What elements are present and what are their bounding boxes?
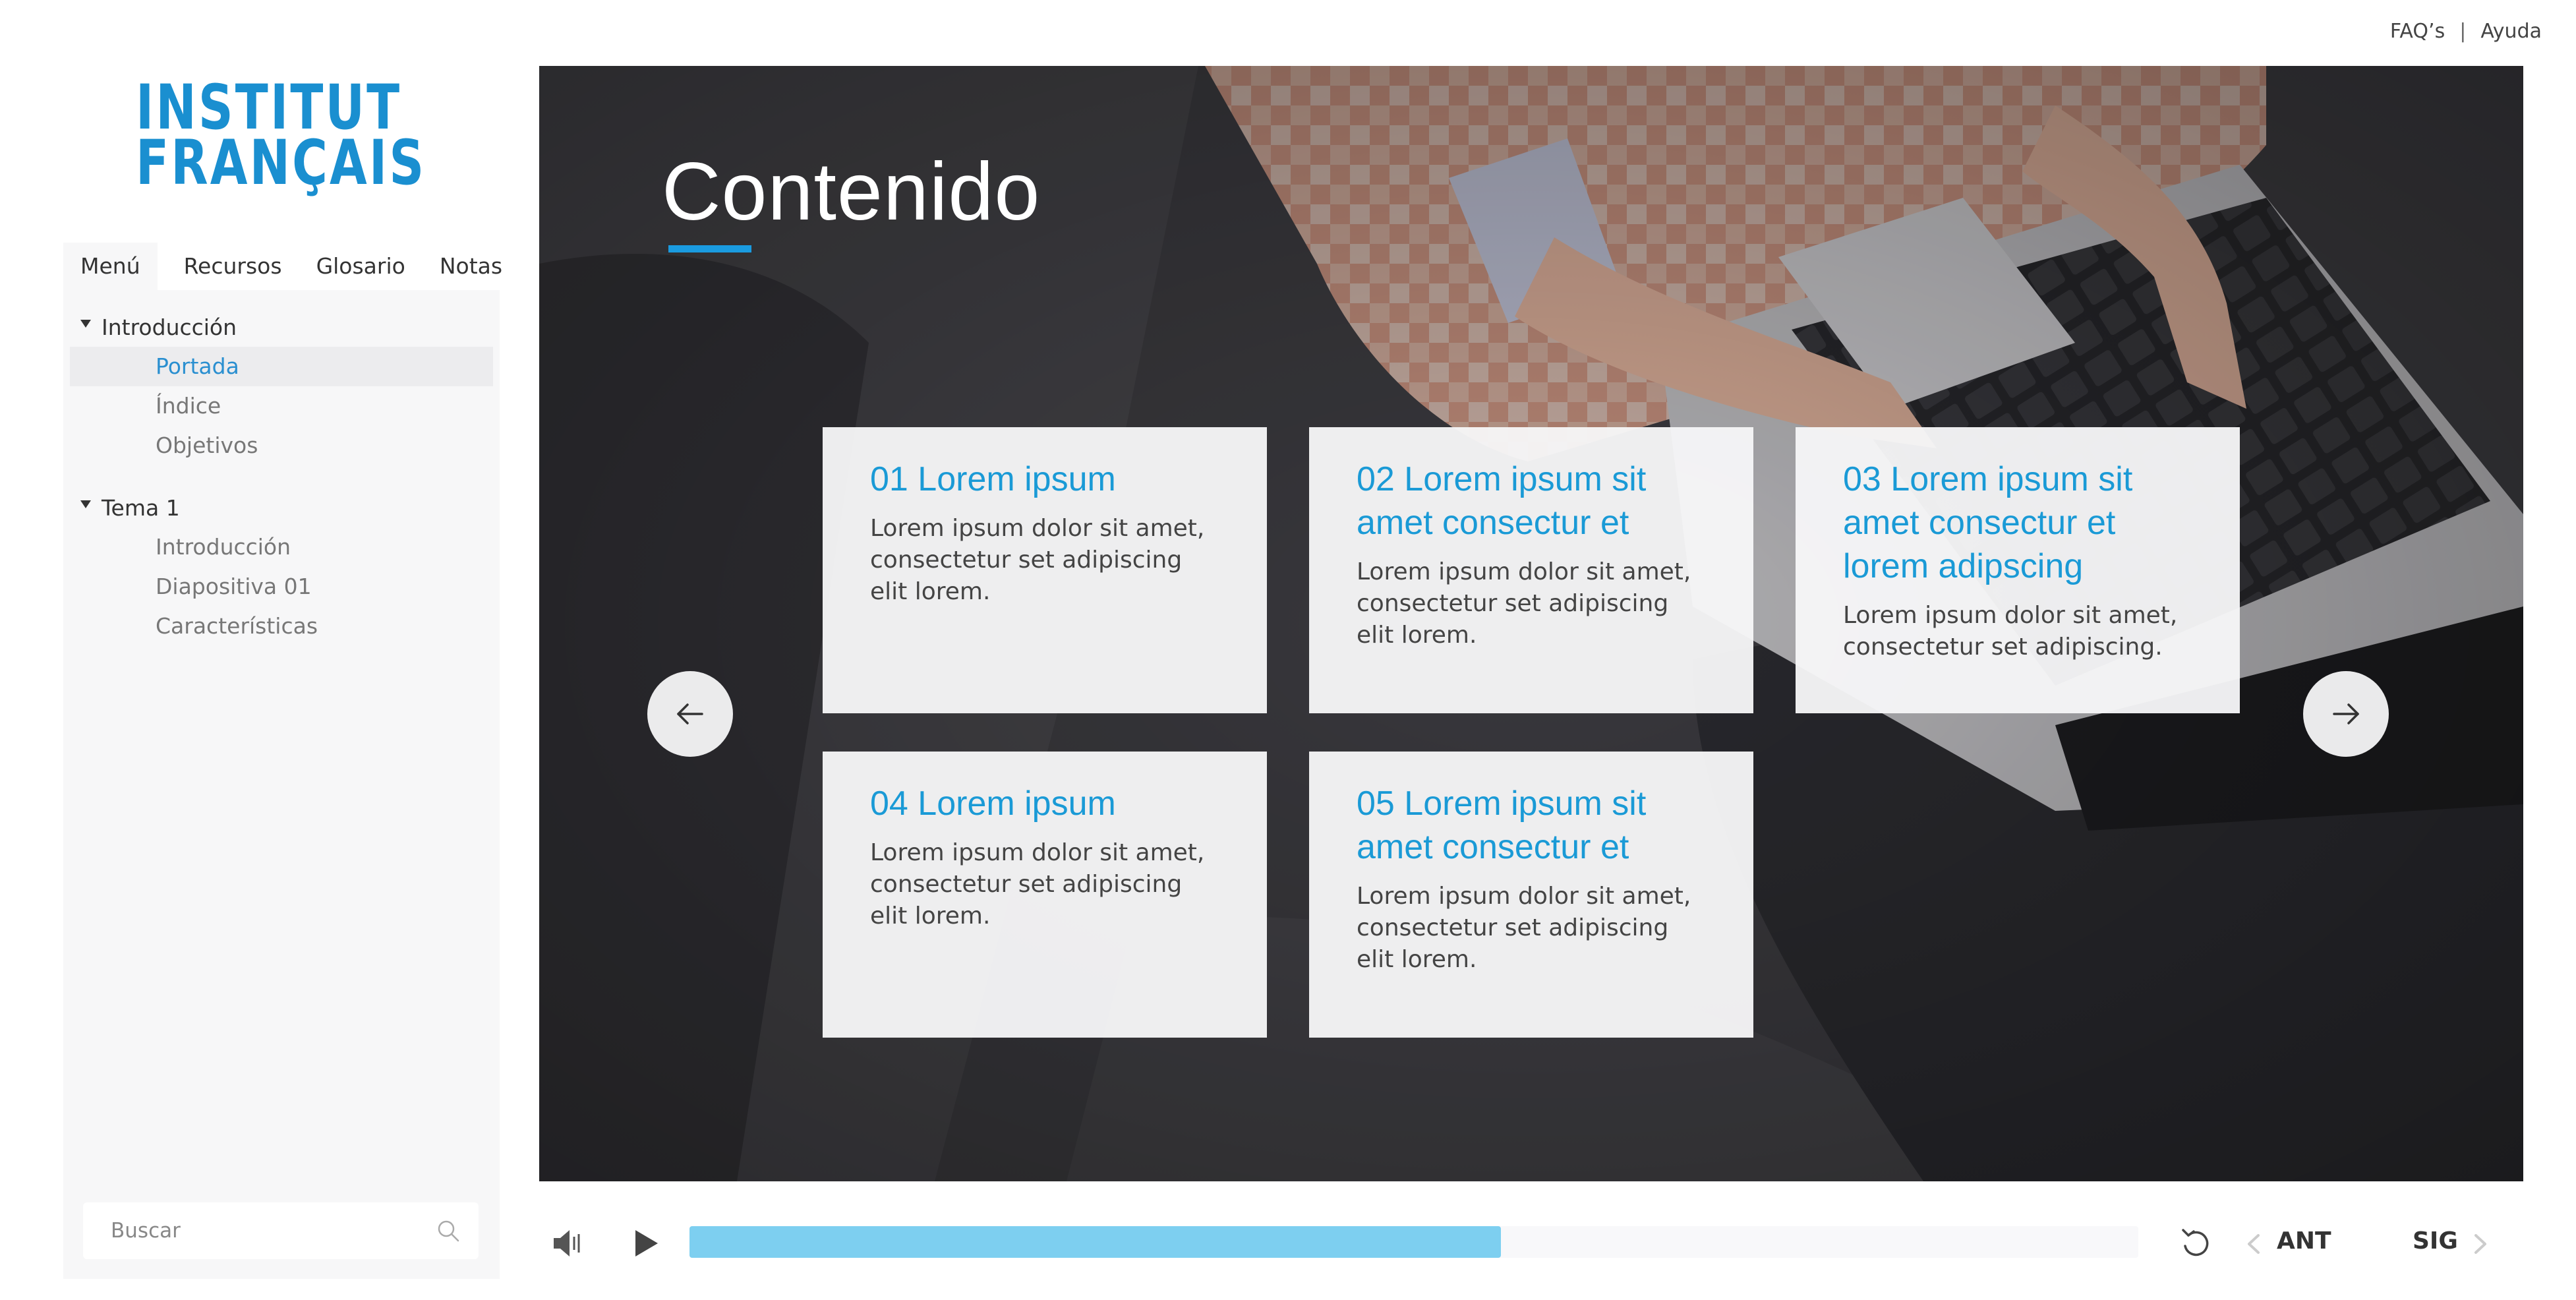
arrow-right-icon — [2333, 703, 2359, 724]
top-links-separator: | — [2459, 20, 2467, 43]
tree-header-tema-1[interactable]: Tema 1 — [63, 488, 500, 527]
content-stage: Contenido 01 Lorem ipsum Lorem ipsum dol… — [539, 66, 2523, 1181]
tree-section-introduccion: Introducción Portada Índice Objetivos — [63, 307, 500, 465]
tab-notas[interactable]: Notas — [423, 243, 519, 290]
help-link[interactable]: Ayuda — [2480, 20, 2542, 43]
prev-slide-button[interactable]: ANT — [2277, 1227, 2331, 1255]
card-title: 03 Lorem ipsum sit amet consectur et lor… — [1843, 460, 2133, 585]
menu-item-objetivos[interactable]: Objetivos — [70, 426, 493, 465]
play-icon[interactable] — [633, 1229, 659, 1258]
page-title: Contenido — [662, 146, 1041, 237]
card-title: 04 Lorem ipsum — [870, 784, 1116, 823]
content-card-04[interactable]: 04 Lorem ipsum Lorem ipsum dolor sit ame… — [823, 752, 1267, 1038]
card-body: Lorem ipsum dolor sit amet, consectetur … — [1357, 883, 1691, 973]
content-card-03[interactable]: 03 Lorem ipsum sit amet consectur et lor… — [1796, 427, 2240, 713]
replay-icon[interactable] — [2179, 1226, 2213, 1260]
sidebar-tabs: Menú Recursos Glosario Notas — [63, 243, 502, 290]
search-box — [83, 1202, 479, 1259]
menu-item-caracteristicas[interactable]: Características — [70, 606, 493, 646]
faq-link[interactable]: FAQ’s — [2390, 20, 2445, 43]
tab-menu[interactable]: Menú — [63, 243, 158, 290]
top-links: FAQ’s | Ayuda — [2390, 20, 2542, 43]
tree-section-tema-1: Tema 1 Introducción Diapositiva 01 Carac… — [63, 488, 500, 646]
content-card-02[interactable]: 02 Lorem ipsum sit amet consectur et Lor… — [1309, 427, 1753, 713]
card-title: 02 Lorem ipsum sit amet consectur et — [1357, 460, 1647, 542]
chevron-right-icon[interactable] — [2473, 1234, 2488, 1254]
menu-item-diapositiva-01[interactable]: Diapositiva 01 — [70, 567, 493, 606]
content-card-01[interactable]: 01 Lorem ipsum Lorem ipsum dolor sit ame… — [823, 427, 1267, 713]
volume-icon[interactable] — [552, 1229, 585, 1258]
carousel-prev-button[interactable] — [647, 671, 733, 757]
card-title: 05 Lorem ipsum sit amet consectur et — [1357, 784, 1647, 866]
institut-francais-logo: INSTITUT FRANÇAIS — [136, 77, 426, 199]
arrow-left-icon — [677, 703, 703, 724]
progress-bar[interactable] — [689, 1226, 2138, 1258]
menu-item-introduccion[interactable]: Introducción — [70, 527, 493, 567]
expand-triangle-icon — [80, 500, 91, 508]
card-body: Lorem ipsum dolor sit amet, consectetur … — [870, 515, 1205, 605]
expand-triangle-icon — [80, 320, 91, 328]
tab-glosario[interactable]: Glosario — [299, 243, 423, 290]
card-title: 01 Lorem ipsum — [870, 460, 1116, 498]
card-body: Lorem ipsum dolor sit amet, consectetur … — [1357, 558, 1691, 649]
tree-header-label: Introducción — [102, 314, 237, 340]
title-underline — [668, 245, 751, 252]
card-body: Lorem ipsum dolor sit amet, consectetur … — [1843, 602, 2178, 661]
sidebar: INSTITUT FRANÇAIS Menú Recursos Glosario… — [63, 66, 502, 1279]
tree-header-label: Tema 1 — [102, 494, 180, 521]
menu-item-portada[interactable]: Portada — [70, 347, 493, 386]
search-input[interactable] — [111, 1219, 435, 1243]
logo-line-2: FRANÇAIS — [136, 127, 426, 199]
tree-header-introduccion[interactable]: Introducción — [63, 307, 500, 347]
tab-recursos[interactable]: Recursos — [158, 243, 299, 290]
menu-panel: Introducción Portada Índice Objetivos Te… — [63, 290, 500, 1279]
carousel-next-button[interactable] — [2303, 671, 2389, 757]
progress-fill — [689, 1226, 1501, 1258]
chevron-left-icon[interactable] — [2246, 1234, 2261, 1254]
search-icon[interactable] — [435, 1218, 461, 1244]
next-slide-button[interactable]: SIG — [2413, 1227, 2458, 1255]
player-controls: ANT SIG — [539, 1200, 2523, 1285]
menu-item-indice[interactable]: Índice — [70, 386, 493, 426]
content-card-05[interactable]: 05 Lorem ipsum sit amet consectur et Lor… — [1309, 752, 1753, 1038]
card-body: Lorem ipsum dolor sit amet, consectetur … — [870, 839, 1205, 930]
